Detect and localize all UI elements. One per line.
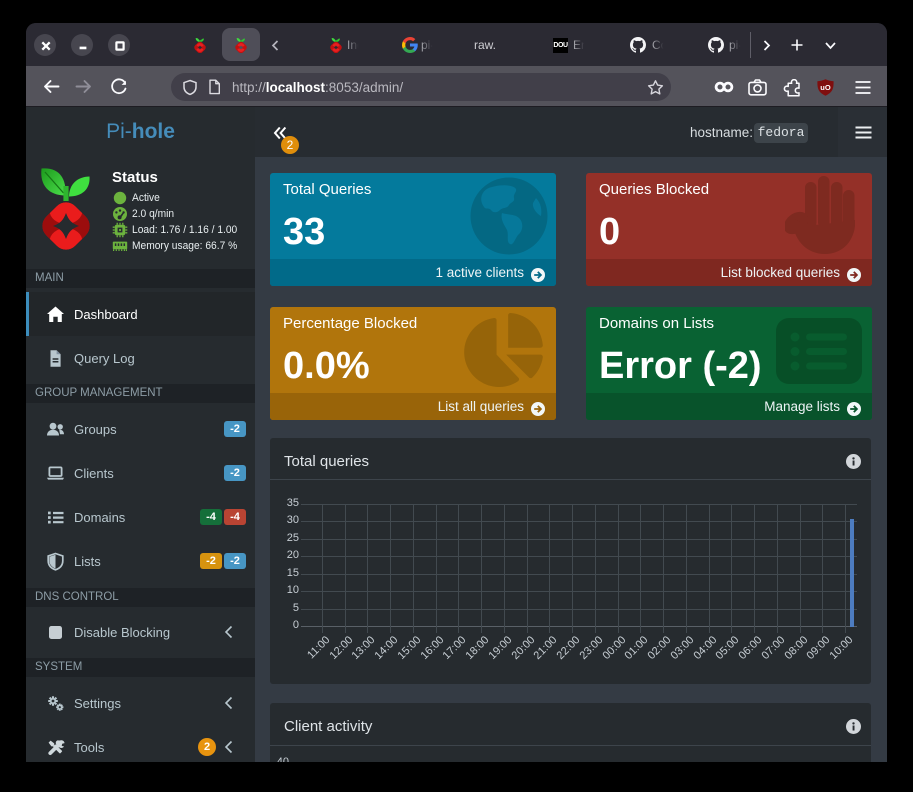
svg-text:uO: uO: [820, 83, 831, 92]
